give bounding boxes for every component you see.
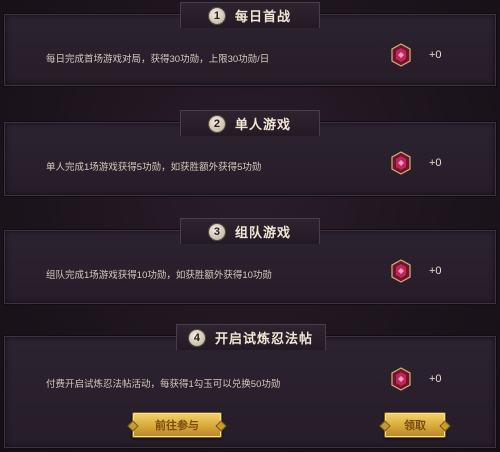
medal-gem-icon	[391, 151, 411, 175]
section-title: 单人游戏	[234, 117, 291, 132]
section-title: 每日首战	[234, 9, 291, 24]
section-number-badge: 3	[208, 223, 225, 240]
reward-value: +0	[429, 373, 442, 385]
reward-value: +0	[429, 49, 442, 61]
reward-value: +0	[429, 265, 442, 277]
section-description: 单人完成1场游戏获得5功勋，如获胜额外获得5功勋	[46, 162, 262, 173]
medal-gem-icon	[391, 367, 411, 391]
section-title: 组队游戏	[234, 225, 291, 240]
section-tab-4: 4 开启试炼忍法帖	[176, 324, 326, 350]
medal-gem-icon	[391, 259, 411, 283]
reward-value: +0	[429, 157, 442, 169]
section-description: 组队完成1场游戏获得10功勋，如获胜额外获得10功勋	[46, 270, 272, 281]
claim-button[interactable]: 领取	[384, 412, 446, 438]
section-tab-3: 3 组队游戏	[180, 218, 320, 244]
section-number-badge: 1	[208, 7, 225, 24]
goto-participate-button[interactable]: 前往参与	[132, 412, 222, 438]
section-number-badge: 4	[188, 329, 205, 346]
section-tab-2: 2 单人游戏	[180, 110, 320, 136]
section-number-badge: 2	[208, 115, 225, 132]
section-description: 每日完成首场游戏对局，获得30功勋，上限30功勋/日	[46, 54, 270, 65]
section-title: 开启试炼忍法帖	[214, 331, 313, 346]
section-tab-1: 1 每日首战	[180, 2, 320, 28]
medal-gem-icon	[391, 43, 411, 67]
section-description: 付费开启试炼忍法帖活动，每获得1勾玉可以兑换50功勋	[46, 379, 281, 390]
